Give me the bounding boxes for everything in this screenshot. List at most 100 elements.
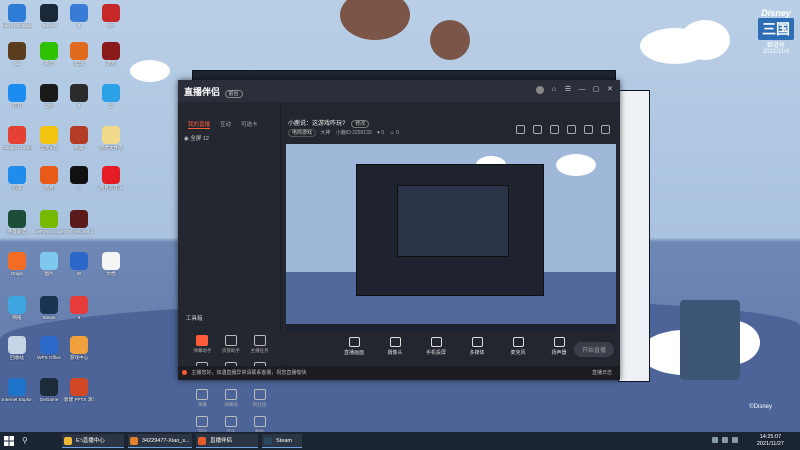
bag-icon[interactable] [550,125,559,134]
desktop-icon[interactable]: 全民K歌 [34,126,64,151]
tab-my-live[interactable]: 我的直播 [188,120,211,129]
tool-label: 弹幕 [197,402,207,407]
bottom-toolbar: 直播画面 摄像头 手机投屏 多媒体 麦克风 扬声器 开始直播 [280,334,620,364]
network-icon[interactable] [712,437,718,443]
desktop-icon[interactable]: GeForce Experience [34,210,64,235]
toolbox-item[interactable]: 弹幕助手 [188,335,217,354]
tab-cards[interactable]: 可选卡 [241,120,258,129]
desktop-icon[interactable]: 新建 PPTX 演示文稿 [64,378,94,403]
gift-icon[interactable] [516,125,525,134]
edit-button[interactable]: 修改 [351,120,370,128]
desktop-icon[interactable]: 微信 [34,42,64,67]
desktop-icon[interactable]: SE [2,42,32,67]
source-button[interactable]: 多媒体 [463,337,491,356]
tab-interact[interactable]: 互动 [220,120,231,129]
live-log-link[interactable]: 直播日志 [592,366,612,380]
battery-icon[interactable] [732,437,738,443]
taskbar-item[interactable]: 直播伴侣 [196,434,258,448]
desktop-icon-label: 游戏 [106,61,116,66]
scene-item[interactable]: ◉ 全屏 12 [184,134,209,142]
toolbox-item[interactable]: 弹幕墙 [217,389,246,408]
desktop-icon[interactable]: GeGame [34,378,64,403]
category-tag[interactable]: 电商游戏 [288,129,317,137]
desktop-icon[interactable]: 图片 [34,252,64,277]
live-preview[interactable] [286,144,616,332]
desktop-icon[interactable]: 网易 [34,166,64,191]
app-icon [40,4,58,22]
desktop-icon-label: CF [107,23,115,28]
share-icon[interactable] [601,125,610,134]
taskbar-item[interactable]: 34229477-Xiao_s... [128,434,192,448]
room-meta: 电商游戏 大神 小鹿ID:2299133 ♥ 0 ☺ 0 [288,129,399,137]
desktop-icon[interactable]: 游戏 [96,42,126,67]
source-button[interactable]: 直播画面 [340,337,368,356]
minimize-icon[interactable]: — [578,86,586,94]
desktop-icon[interactable]: WPS Office [34,336,64,361]
live-companion-window[interactable]: 直播伴侣 前台 ⌂ ☰ — ▢ ✕ 我的直播 互动 可选卡 ◉ 全屏 12 工具… [178,80,620,434]
desktop-icon[interactable]: Q [96,84,126,109]
desktop-icon[interactable]: 英雄联盟 [2,210,32,235]
toolbox-item[interactable]: 主播任务 [245,335,274,354]
desktop-icon[interactable]: Internet Explorer [2,378,32,403]
desktop-icon-label: Steam [42,23,56,28]
search-icon[interactable]: ⚲ [22,436,28,445]
system-tray [712,437,738,443]
toolbox-item[interactable]: 粉丝团 [245,389,274,408]
calendar-icon[interactable] [533,125,542,134]
toolbox-item[interactable]: 弹幕 [188,389,217,408]
app-badge[interactable]: 前台 [224,90,243,98]
home-icon[interactable]: ⌂ [550,86,558,94]
desktop-icon[interactable]: 网络 [2,296,32,321]
desktop-icon-label: 回收站 [10,355,24,360]
desktop-icon[interactable]: C [64,166,94,191]
taskbar: ⚲ E:\直播中心 34229477-Xiao_s... 直播伴侣 Steam 14:… [0,432,800,450]
volume-icon[interactable] [722,437,728,443]
windows-start-icon[interactable] [4,436,14,446]
desktop-icon[interactable]: 英雄 [64,126,94,151]
desktop-icon[interactable]: 篮球 [64,42,94,67]
desktop-icon[interactable]: 5 [64,84,94,109]
desktop-icon[interactable]: 钉钉 [2,84,32,109]
start-live-button[interactable]: 开始直播 [573,342,614,357]
background-window[interactable] [618,90,650,382]
desktop-icon[interactable]: 网易云音乐 [96,166,126,191]
bell-icon[interactable] [584,125,593,134]
desktop-icon[interactable]: Origin [2,252,32,277]
brand-watermark: Disney 三国 御道将 2021/11/4 [758,8,794,55]
source-button[interactable]: 扬声器 [545,337,573,356]
toolbox-header: 工具箱 [186,314,276,322]
menu-icon[interactable]: ☰ [564,86,572,94]
close-icon[interactable]: ✕ [606,86,614,94]
desktop-icon[interactable]: W [64,252,94,277]
source-button[interactable]: 摄像头 [381,337,409,356]
app-icon [70,210,88,228]
desktop-icon[interactable]: The Witcher 3 [64,210,94,235]
desktop-icon[interactable]: Steam [34,4,64,29]
desktop-icon[interactable]: Microsoft Edge [2,4,32,29]
desktop-icon-label: 网易 [44,185,54,190]
taskbar-item[interactable]: E:\直播中心 [62,434,124,448]
avatar-icon[interactable] [536,86,544,94]
taskbar-item[interactable]: Steam [262,434,302,448]
desktop-icon-label: 新建文件夹 [99,145,123,150]
desktop-icon[interactable]: QQ [34,84,64,109]
desktop-icon[interactable]: Steam [34,296,64,321]
desktop-icon[interactable]: 新建文件夹 [96,126,126,151]
desktop-icon-label: GeGame [39,397,59,402]
clock[interactable]: 14:25:07 2021/11/27 [757,434,784,448]
desktop-icon[interactable]: 6 [64,296,94,321]
desktop-icon[interactable]: 迅雷 [2,166,32,191]
desktop-icon[interactable]: Google Chrome [2,126,32,151]
shop-icon[interactable] [567,125,576,134]
source-button[interactable]: 麦克风 [504,337,532,356]
source-button[interactable]: 手机投屏 [422,337,450,356]
taskbar-item-label: E:\直播中心 [76,438,105,444]
maximize-icon[interactable]: ▢ [592,86,600,94]
desktop-icon[interactable]: 8 [64,4,94,29]
desktop-icon[interactable]: CF [96,4,126,29]
title-bar[interactable]: 直播伴侣 前台 ⌂ ☰ — ▢ ✕ [178,80,620,102]
toolbox-item[interactable]: 房管助手 [217,335,246,354]
desktop-icon[interactable]: 游戏中心 [64,336,94,361]
desktop-icon[interactable]: 文档 [96,252,126,277]
desktop-icon[interactable]: 回收站 [2,336,32,361]
